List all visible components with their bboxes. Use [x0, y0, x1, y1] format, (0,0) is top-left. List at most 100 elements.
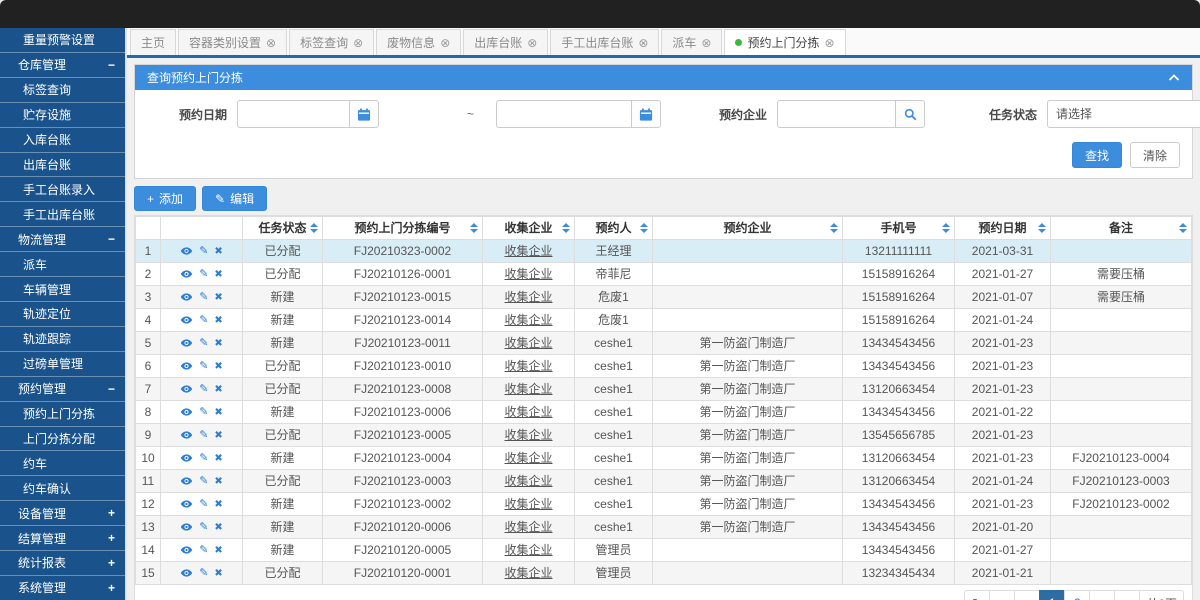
status-select[interactable]: 请选择	[1047, 100, 1200, 128]
delete-row-icon[interactable]: ✖	[214, 453, 222, 464]
tab-close-icon[interactable]: ⊗	[701, 37, 711, 49]
edit-row-icon[interactable]: ✎	[199, 544, 208, 556]
collapse-chevron-icon[interactable]	[1168, 73, 1180, 82]
edit-row-icon[interactable]: ✎	[199, 452, 208, 464]
sidebar-item[interactable]: 上门分拣分配	[0, 426, 125, 451]
delete-row-icon[interactable]: ✖	[214, 476, 222, 487]
edit-row-icon[interactable]: ✎	[199, 567, 208, 579]
column-header[interactable]: 预约日期	[955, 217, 1051, 240]
edit-row-icon[interactable]: ✎	[199, 406, 208, 418]
view-icon[interactable]	[180, 567, 193, 579]
edit-row-icon[interactable]: ✎	[199, 498, 208, 510]
table-row[interactable]: 1✎✖已分配FJ20210323-0002收集企业王经理132111111112…	[136, 240, 1192, 263]
edit-row-icon[interactable]: ✎	[199, 521, 208, 533]
last-page-button[interactable]: »	[1114, 590, 1140, 600]
sidebar-item[interactable]: 轨迹跟踪	[0, 326, 125, 351]
column-header[interactable]: 手机号	[843, 217, 955, 240]
sort-icon[interactable]	[942, 223, 950, 233]
column-header[interactable]: 任务状态	[243, 217, 323, 240]
collector-cell[interactable]: 收集企业	[483, 378, 575, 401]
sidebar-item[interactable]: 出库台账	[0, 152, 125, 177]
table-row[interactable]: 15✎✖已分配FJ20210120-0001收集企业管理员13234345434…	[136, 562, 1192, 585]
view-icon[interactable]	[180, 291, 193, 303]
tab[interactable]: 出库台账⊗	[463, 29, 548, 55]
collector-cell[interactable]: 收集企业	[483, 539, 575, 562]
table-row[interactable]: 5✎✖新建FJ20210123-0011收集企业ceshe1第一防盗门制造厂13…	[136, 332, 1192, 355]
first-page-button[interactable]: «	[989, 590, 1015, 600]
tab-close-icon[interactable]: ⊗	[527, 37, 537, 49]
sidebar-item[interactable]: 过磅单管理	[0, 351, 125, 376]
sidebar-item[interactable]: 仓库管理−	[0, 52, 125, 77]
delete-row-icon[interactable]: ✖	[214, 338, 222, 349]
tab[interactable]: 容器类别设置⊗	[178, 29, 287, 55]
delete-row-icon[interactable]: ✖	[214, 568, 222, 579]
edit-row-icon[interactable]: ✎	[199, 475, 208, 487]
sidebar-item[interactable]: 预约管理−	[0, 376, 125, 401]
collector-cell[interactable]: 收集企业	[483, 516, 575, 539]
sidebar-item[interactable]: 物流管理−	[0, 226, 125, 251]
clear-button[interactable]: 清除	[1130, 142, 1180, 168]
table-row[interactable]: 7✎✖已分配FJ20210123-0008收集企业ceshe1第一防盗门制造厂1…	[136, 378, 1192, 401]
delete-row-icon[interactable]: ✖	[214, 522, 222, 533]
view-icon[interactable]	[180, 544, 193, 556]
page-button[interactable]: 1	[1039, 590, 1065, 600]
sort-icon[interactable]	[310, 223, 318, 233]
delete-row-icon[interactable]: ✖	[214, 499, 222, 510]
collector-cell[interactable]: 收集企业	[483, 240, 575, 263]
delete-row-icon[interactable]: ✖	[214, 430, 222, 441]
collector-cell[interactable]: 收集企业	[483, 355, 575, 378]
delete-row-icon[interactable]: ✖	[214, 269, 222, 280]
sidebar-item[interactable]: 设备管理+	[0, 500, 125, 525]
table-row[interactable]: 14✎✖新建FJ20210120-0005收集企业管理员134345434562…	[136, 539, 1192, 562]
view-icon[interactable]	[180, 314, 193, 326]
view-icon[interactable]	[180, 360, 193, 372]
delete-row-icon[interactable]: ✖	[214, 246, 222, 257]
table-row[interactable]: 13✎✖新建FJ20210120-0006收集企业ceshe1第一防盗门制造厂1…	[136, 516, 1192, 539]
edit-row-icon[interactable]: ✎	[199, 383, 208, 395]
sidebar-item[interactable]: 系统管理+	[0, 575, 125, 600]
delete-row-icon[interactable]: ✖	[214, 361, 222, 372]
collector-cell[interactable]: 收集企业	[483, 470, 575, 493]
prev-page-button[interactable]: ‹	[1014, 590, 1040, 600]
collector-cell[interactable]: 收集企业	[483, 447, 575, 470]
sidebar-item[interactable]: 约车确认	[0, 475, 125, 500]
sort-icon[interactable]	[830, 223, 838, 233]
sidebar-item[interactable]: 车辆管理	[0, 276, 125, 301]
collector-cell[interactable]: 收集企业	[483, 493, 575, 516]
tab[interactable]: 预约上门分拣⊗	[724, 29, 845, 55]
view-icon[interactable]	[180, 383, 193, 395]
collector-cell[interactable]: 收集企业	[483, 401, 575, 424]
column-header[interactable]: 收集企业	[483, 217, 575, 240]
column-header[interactable]: 预约人	[575, 217, 653, 240]
table-row[interactable]: 8✎✖新建FJ20210123-0006收集企业ceshe1第一防盗门制造厂13…	[136, 401, 1192, 424]
search-panel-header[interactable]: 查询预约上门分拣	[135, 65, 1192, 90]
next-page-button[interactable]: ›	[1089, 590, 1115, 600]
sidebar-item[interactable]: 手工台账录入	[0, 176, 125, 201]
add-button[interactable]: +添加	[134, 186, 196, 211]
delete-row-icon[interactable]: ✖	[214, 315, 222, 326]
edit-row-icon[interactable]: ✎	[199, 429, 208, 441]
edit-row-icon[interactable]: ✎	[199, 337, 208, 349]
table-row[interactable]: 3✎✖新建FJ20210123-0015收集企业危废11515891626420…	[136, 286, 1192, 309]
tab-close-icon[interactable]: ⊗	[825, 37, 835, 49]
collector-cell[interactable]: 收集企业	[483, 286, 575, 309]
view-icon[interactable]	[180, 268, 193, 280]
sidebar-item[interactable]: 标签查询	[0, 77, 125, 102]
tab[interactable]: 手工出库台账⊗	[550, 29, 659, 55]
sidebar-item[interactable]: 手工出库台账	[0, 201, 125, 226]
edit-row-icon[interactable]: ✎	[199, 360, 208, 372]
sidebar-item[interactable]: 入库台账	[0, 127, 125, 152]
view-icon[interactable]	[180, 521, 193, 533]
view-icon[interactable]	[180, 429, 193, 441]
sidebar-item[interactable]: 约车	[0, 450, 125, 475]
refresh-button[interactable]: ↻	[964, 590, 990, 600]
column-header[interactable]: 预约上门分拣编号	[323, 217, 483, 240]
view-icon[interactable]	[180, 337, 193, 349]
sort-icon[interactable]	[562, 223, 570, 233]
tab[interactable]: 派车⊗	[661, 29, 722, 55]
company-input[interactable]	[777, 100, 895, 128]
view-icon[interactable]	[180, 475, 193, 487]
edit-row-icon[interactable]: ✎	[199, 245, 208, 257]
table-row[interactable]: 9✎✖已分配FJ20210123-0005收集企业ceshe1第一防盗门制造厂1…	[136, 424, 1192, 447]
edit-row-icon[interactable]: ✎	[199, 314, 208, 326]
